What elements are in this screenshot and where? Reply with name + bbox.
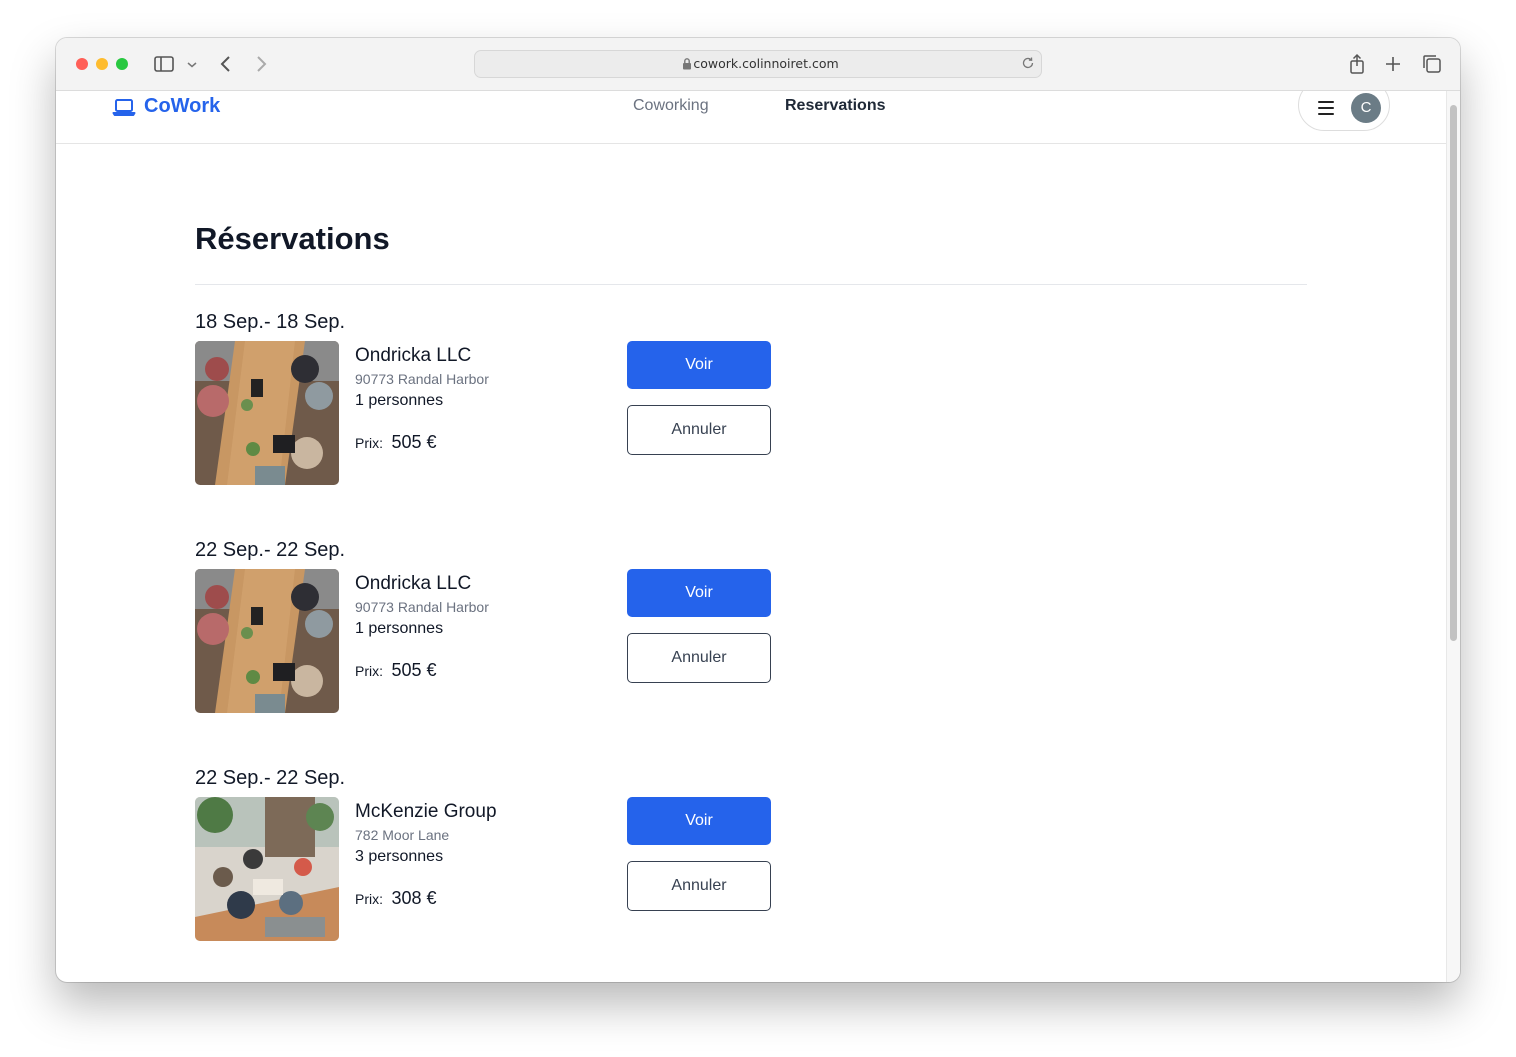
- price-label: Prix:: [355, 663, 383, 679]
- price-value: 505 €: [391, 660, 437, 680]
- reservation-dates: 18 Sep.- 18 Sep.: [195, 311, 346, 333]
- forward-icon[interactable]: [249, 52, 273, 76]
- cancel-button[interactable]: Annuler: [627, 405, 771, 455]
- page-title: Réservations: [195, 221, 390, 256]
- reservation-address: 90773 Randal Harbor: [355, 599, 489, 615]
- view-button[interactable]: Voir: [627, 341, 771, 389]
- minimize-window-button[interactable]: [96, 58, 108, 70]
- cancel-button[interactable]: Annuler: [627, 633, 771, 683]
- reservation-dates: 22 Sep.- 22 Sep.: [195, 539, 346, 561]
- reservation-people: 1 personnes: [355, 620, 444, 637]
- address-bar[interactable]: cowork.colinnoiret.com: [474, 50, 1042, 78]
- reservation-item: 22 Sep.- 22 Sep. Ondricka LLC 90773 Rand…: [195, 539, 815, 739]
- reservation-item: 22 Sep.- 22 Sep. McKenzie Group 782 Moor…: [195, 767, 815, 967]
- view-button[interactable]: Voir: [627, 797, 771, 845]
- user-menu-button[interactable]: C: [1298, 91, 1390, 131]
- reservation-address: 90773 Randal Harbor: [355, 371, 489, 387]
- reservation-photo[interactable]: [195, 569, 339, 713]
- reservation-space-name: McKenzie Group: [355, 801, 497, 822]
- tab-overview-icon[interactable]: [1420, 52, 1444, 76]
- reload-icon[interactable]: [1021, 56, 1035, 70]
- reservation-photo[interactable]: [195, 797, 339, 941]
- price-value: 505 €: [391, 432, 437, 452]
- reservation-space-name: Ondricka LLC: [355, 345, 472, 366]
- page-viewport: CoWork Coworking Reservations C Réservat…: [56, 91, 1446, 982]
- cancel-button[interactable]: Annuler: [627, 861, 771, 911]
- reservation-address: 782 Moor Lane: [355, 827, 450, 843]
- price-label: Prix:: [355, 891, 383, 907]
- view-button[interactable]: Voir: [627, 569, 771, 617]
- back-icon[interactable]: [214, 52, 238, 76]
- sidebar-icon[interactable]: [152, 52, 176, 76]
- divider: [195, 284, 1307, 285]
- close-window-button[interactable]: [76, 58, 88, 70]
- reservation-photo[interactable]: [195, 341, 339, 485]
- chevron-down-icon[interactable]: [184, 52, 200, 76]
- new-tab-icon[interactable]: [1381, 52, 1405, 76]
- logo-text: CoWork: [144, 95, 221, 117]
- nav-link-coworking[interactable]: Coworking: [633, 97, 709, 115]
- browser-window: cowork.colinnoiret.com CoWork Coworking …: [56, 38, 1460, 982]
- reservation-price: Prix: 505 €: [355, 432, 437, 453]
- reservation-space-name: Ondricka LLC: [355, 573, 472, 594]
- reservation-people: 1 personnes: [355, 392, 444, 409]
- url-text: cowork.colinnoiret.com: [693, 56, 839, 71]
- reservation-price: Prix: 505 €: [355, 660, 437, 681]
- nav-link-reservations[interactable]: Reservations: [785, 97, 886, 115]
- zoom-window-button[interactable]: [116, 58, 128, 70]
- site-navbar: CoWork Coworking Reservations C: [56, 91, 1446, 144]
- price-value: 308 €: [391, 888, 437, 908]
- scrollbar-thumb[interactable]: [1450, 105, 1457, 641]
- reservation-item: 18 Sep.- 18 Sep. Ondricka LLC 90773 Rand…: [195, 311, 815, 511]
- browser-toolbar: cowork.colinnoiret.com: [56, 38, 1460, 91]
- price-label: Prix:: [355, 435, 383, 451]
- reservation-people: 3 personnes: [355, 848, 444, 865]
- share-icon[interactable]: [1345, 52, 1369, 76]
- avatar: C: [1351, 93, 1381, 123]
- reservation-dates: 22 Sep.- 22 Sep.: [195, 767, 346, 789]
- scrollbar[interactable]: [1446, 91, 1460, 982]
- reservation-price: Prix: 308 €: [355, 888, 437, 909]
- menu-icon: [1318, 101, 1334, 119]
- logo[interactable]: CoWork: [112, 95, 220, 118]
- laptop-icon: [112, 98, 136, 116]
